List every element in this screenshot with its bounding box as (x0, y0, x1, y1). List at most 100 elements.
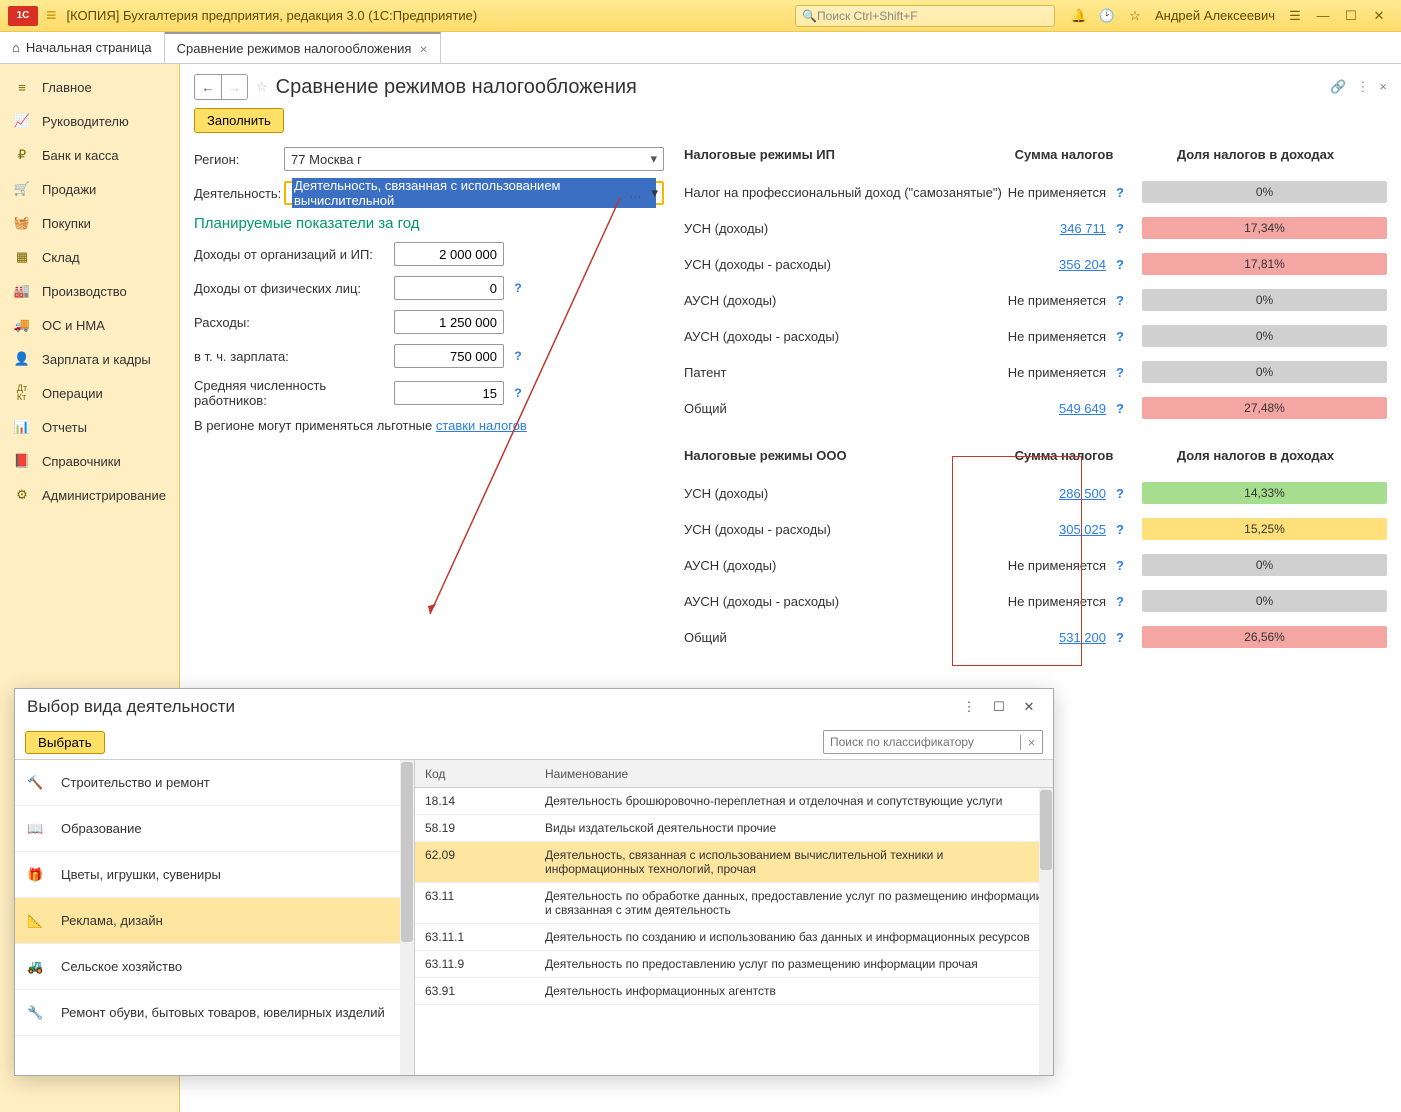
main-menu-icon[interactable]: ≡ (46, 5, 57, 26)
category-list[interactable]: 🔨Строительство и ремонт📖Образование🎁Цвет… (15, 760, 415, 1075)
tax-rates-link[interactable]: ставки налогов (436, 418, 527, 433)
maximize-icon[interactable]: ☐ (1339, 4, 1363, 28)
global-search[interactable]: 🔍 Поиск Ctrl+Shift+F (795, 5, 1055, 27)
region-select[interactable]: 77 Москва г (284, 147, 664, 171)
boxes-icon: ▦ (12, 247, 32, 267)
help-icon[interactable]: ? (510, 348, 526, 364)
classifier-row[interactable]: 63.11.9Деятельность по предоставлению ус… (415, 951, 1053, 978)
help-icon[interactable]: ? (1116, 558, 1124, 573)
link-icon[interactable]: 🔗 (1330, 79, 1346, 95)
category-label: Цветы, игрушки, сувениры (61, 867, 221, 882)
name-header: Наименование (545, 767, 1053, 781)
help-icon[interactable]: ? (510, 280, 526, 296)
sidebar-item-operations[interactable]: ДтКтОперации (0, 376, 179, 410)
sidebar-item-admin[interactable]: ⚙Администрирование (0, 478, 179, 512)
tax-amount-link[interactable]: 549 649 (1059, 401, 1106, 416)
tab-close-icon[interactable]: × (419, 41, 427, 57)
ellipsis-icon[interactable]: … (629, 186, 642, 201)
category-item[interactable]: 🔧Ремонт обуви, бытовых товаров, ювелирны… (15, 990, 414, 1036)
minimize-icon[interactable]: — (1311, 4, 1335, 28)
help-icon[interactable]: ? (1116, 401, 1124, 416)
sidebar-item-os-nma[interactable]: 🚚ОС и НМА (0, 308, 179, 342)
history-icon[interactable]: 🕑 (1095, 4, 1119, 28)
classifier-row[interactable]: 62.09Деятельность, связанная с использов… (415, 842, 1053, 883)
help-icon[interactable]: ? (1116, 522, 1124, 537)
scrollbar[interactable] (400, 760, 414, 1075)
tab-label: Начальная страница (26, 40, 152, 55)
classifier-name: Деятельность по обработке данных, предос… (545, 889, 1053, 917)
tax-amount-link[interactable]: 356 204 (1059, 257, 1106, 272)
help-icon[interactable]: ? (1116, 185, 1124, 200)
sidebar-item-manager[interactable]: 📈Руководителю (0, 104, 179, 138)
search-placeholder: Поиск Ctrl+Shift+F (817, 9, 918, 23)
nav-back-button[interactable]: ← (195, 75, 221, 99)
expenses-input[interactable] (394, 310, 504, 334)
classifier-search-input[interactable] (824, 735, 1020, 749)
menu-icon[interactable]: ☰ (1283, 4, 1307, 28)
category-item[interactable]: 🎁Цветы, игрушки, сувениры (15, 852, 414, 898)
search-clear-icon[interactable]: × (1020, 735, 1042, 750)
classifier-row[interactable]: 18.14Деятельность брошюровочно-переплетн… (415, 788, 1053, 815)
dialog-close-icon[interactable]: ✕ (1017, 695, 1041, 719)
tab-tax-compare[interactable]: Сравнение режимов налогообложения × (165, 32, 441, 63)
sidebar-item-purchases[interactable]: 🧺Покупки (0, 206, 179, 240)
sidebar-item-reports[interactable]: 📊Отчеты (0, 410, 179, 444)
user-name[interactable]: Андрей Алексеевич (1155, 8, 1275, 23)
scrollbar[interactable] (1039, 788, 1053, 1075)
sidebar-item-sales[interactable]: 🛒Продажи (0, 172, 179, 206)
dialog-more-icon[interactable]: ⋮ (957, 695, 981, 719)
favorite-icon[interactable]: ☆ (256, 79, 268, 95)
classifier-code: 58.19 (415, 821, 545, 835)
sidebar-item-main[interactable]: ≡Главное (0, 70, 179, 104)
page-close-icon[interactable]: × (1379, 79, 1387, 95)
income-org-input[interactable] (394, 242, 504, 266)
tax-amount-link[interactable]: 346 711 (1060, 221, 1106, 236)
classifier-row[interactable]: 63.11Деятельность по обработке данных, п… (415, 883, 1053, 924)
nav-forward-button[interactable]: → (221, 75, 247, 99)
classifier-rows[interactable]: 18.14Деятельность брошюровочно-переплетн… (415, 788, 1053, 1075)
category-item[interactable]: 🔨Строительство и ремонт (15, 760, 414, 806)
scroll-thumb[interactable] (401, 762, 413, 942)
sidebar-item-production[interactable]: 🏭Производство (0, 274, 179, 308)
dialog-maximize-icon[interactable]: ☐ (987, 695, 1011, 719)
help-icon[interactable]: ? (1116, 221, 1124, 236)
search-icon: 🔍 (802, 9, 817, 23)
close-icon[interactable]: ✕ (1367, 4, 1391, 28)
bell-icon[interactable]: 🔔 (1067, 4, 1091, 28)
help-icon[interactable]: ? (1116, 257, 1124, 272)
fill-button[interactable]: Заполнить (194, 108, 284, 133)
help-icon[interactable]: ? (1116, 630, 1124, 645)
classifier-row[interactable]: 63.11.1Деятельность по созданию и исполь… (415, 924, 1053, 951)
basket-icon: 🧺 (12, 213, 32, 233)
help-icon[interactable]: ? (1116, 293, 1124, 308)
activity-label: Деятельность: (194, 186, 284, 201)
income-phys-input[interactable] (394, 276, 504, 300)
tax-share-cell: 15,25% (1124, 518, 1387, 540)
sidebar-item-bank[interactable]: ₽Банк и касса (0, 138, 179, 172)
classifier-row[interactable]: 58.19Виды издательской деятельности проч… (415, 815, 1053, 842)
help-icon[interactable]: ? (1116, 365, 1124, 380)
help-icon[interactable]: ? (1116, 594, 1124, 609)
help-icon[interactable]: ? (1116, 486, 1124, 501)
star-icon[interactable]: ☆ (1123, 4, 1147, 28)
sidebar-item-label: Зарплата и кадры (42, 352, 151, 367)
activity-select[interactable]: Деятельность, связанная с использованием… (284, 181, 664, 205)
sidebar-item-catalogs[interactable]: 📕Справочники (0, 444, 179, 478)
select-button[interactable]: Выбрать (25, 731, 105, 754)
sidebar-item-warehouse[interactable]: ▦Склад (0, 240, 179, 274)
category-item[interactable]: 🚜Сельское хозяйство (15, 944, 414, 990)
salary-input[interactable] (394, 344, 504, 368)
category-item[interactable]: 📖Образование (15, 806, 414, 852)
more-icon[interactable]: ⋮ (1356, 79, 1369, 95)
chevron-down-icon[interactable]: ▾ (651, 185, 658, 201)
avg-emp-input[interactable] (394, 381, 504, 405)
scroll-thumb[interactable] (1040, 790, 1052, 870)
classifier-search[interactable]: × (823, 730, 1043, 754)
tab-home[interactable]: ⌂ Начальная страница (0, 32, 165, 63)
tabbar: ⌂ Начальная страница Сравнение режимов н… (0, 32, 1401, 64)
category-item[interactable]: 📐Реклама, дизайн (15, 898, 414, 944)
help-icon[interactable]: ? (1116, 329, 1124, 344)
sidebar-item-salary[interactable]: 👤Зарплата и кадры (0, 342, 179, 376)
classifier-row[interactable]: 63.91Деятельность информационных агентст… (415, 978, 1053, 1005)
help-icon[interactable]: ? (510, 385, 526, 401)
